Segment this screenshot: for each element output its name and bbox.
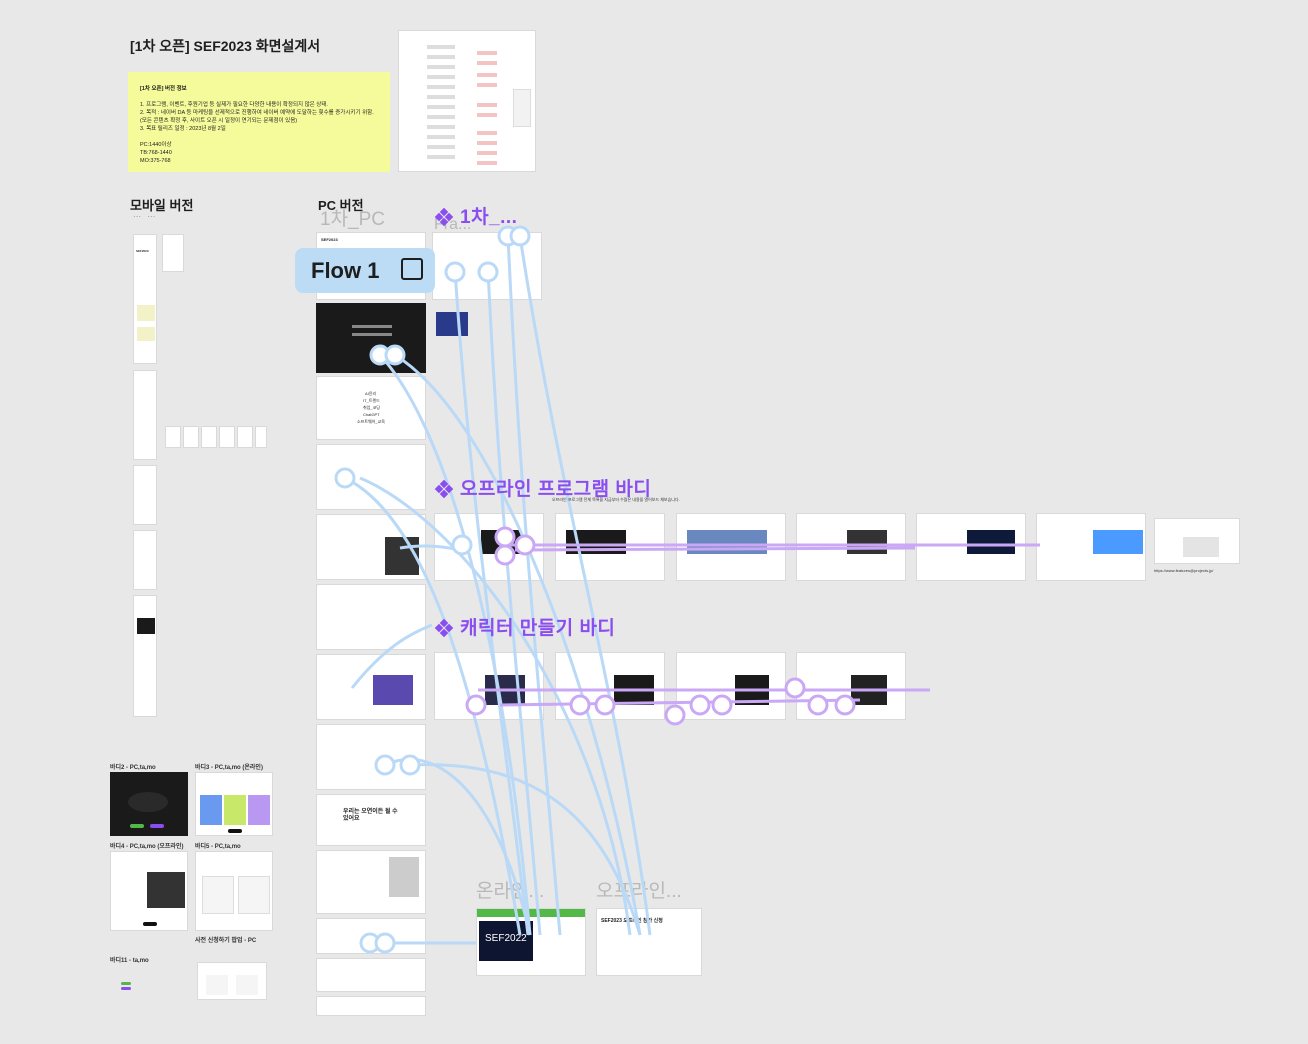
sef-thumbnail[interactable] [436, 312, 468, 336]
body11-frame[interactable] [115, 974, 143, 992]
body5-label: 바디5 - PC,ta,mo [195, 844, 241, 850]
pc-gnb-logo: SEF2023 [321, 237, 338, 242]
character-frame-3[interactable] [676, 652, 786, 720]
play-icon[interactable] [401, 258, 423, 280]
online-ghost: 온라인... [476, 881, 545, 902]
kw-chatgpt: ChatGPT [363, 412, 380, 417]
mobile-dots: ⋯ ⋯ [133, 212, 158, 221]
sticky-line-2: 2. 목적 : 네이버 DA 등 마케팅을 선제적으로 진행하여 네이버 예약에… [140, 109, 374, 124]
pc-frame-footer[interactable] [316, 996, 426, 1016]
body4-label: 바디4 - PC,ta,mo (오프라인) [110, 844, 184, 850]
component-icon [434, 618, 454, 638]
offline-frame-4[interactable] [796, 513, 906, 581]
pc-frame-notes[interactable] [316, 584, 426, 650]
flow-1-badge[interactable]: Flow 1 [295, 248, 435, 293]
section-character-label: 캐릭터 만들기 바디 [460, 618, 616, 639]
character-frame-1[interactable] [434, 652, 544, 720]
flow-1-label: Flow 1 [311, 257, 380, 283]
section-character-title[interactable]: 캐릭터 만들기 바디 [434, 613, 616, 640]
body11-label: 바디11 - ta,mo [110, 958, 149, 964]
sticky-line-1: 1. 프로그램, 이벤트, 후원기업 등 실제가 필요한 다양한 내용이 확정되… [140, 101, 328, 108]
offline-apply-frame[interactable]: SEF2023 오프라인 참가 신청 [596, 908, 702, 976]
kw-it: IT_트렌드 [363, 398, 380, 403]
section-1-label: 1차_... [460, 207, 518, 228]
popup-label: 사전 신청하기 팝업 - PC [195, 938, 257, 944]
component-icon [434, 479, 454, 499]
pc-frame-buttons[interactable] [316, 958, 426, 992]
sticky-title: [1차 오픈] 버전 정보 [140, 86, 187, 92]
mobile-card-row[interactable] [165, 426, 267, 450]
pc-frame-steps[interactable] [316, 444, 426, 510]
pc-section-ghost: 1차_PC [320, 209, 386, 230]
offline-desc: 오프라인 프로그램 전체 목록을 지금부터 수많은 내용을 열어보드 채보습니다… [552, 497, 680, 502]
pc-frame-flowchart[interactable] [316, 724, 426, 790]
mobile-frame-home[interactable]: SEF2023 [133, 234, 157, 364]
mobile-frame-2[interactable] [133, 370, 157, 460]
banner-text: 우리는 오연이든 될 수 있어요 [343, 809, 398, 822]
character-frame-2[interactable] [555, 652, 665, 720]
pc-frame-program[interactable] [316, 514, 426, 580]
offline-frame-3[interactable] [676, 513, 786, 581]
pc-frame-apply[interactable] [432, 232, 542, 300]
external-site-frame[interactable] [1154, 518, 1240, 564]
pc-frame-form[interactable] [316, 850, 426, 914]
mobile-frame-4[interactable] [133, 530, 157, 590]
mobile-frame-5[interactable] [133, 595, 157, 717]
external-url[interactable]: https://www.features@projects.jp/ [1154, 568, 1213, 573]
pc-frame-keywords[interactable]: AI윤리 IT_트렌드 취업_코딩 ChatGPT 소프트웨어_교육 [316, 376, 426, 440]
pc-frame-character[interactable] [316, 654, 426, 720]
offline-ghost: 오프라인... [596, 881, 682, 902]
body4-frame[interactable] [110, 851, 188, 931]
body3-frame[interactable] [195, 772, 273, 836]
offline-frame-5[interactable] [916, 513, 1026, 581]
body3-label: 바디3 - PC,ta,mo (온라인) [195, 765, 263, 771]
offline-frame-1[interactable] [434, 513, 544, 581]
kw-ai: AI윤리 [365, 391, 377, 396]
pc-frame-banner[interactable]: 우리는 오연이든 될 수 있어요 [316, 794, 426, 846]
kw-soft: 소프트웨어_교육 [357, 419, 385, 424]
sticky-pc: PC:1440이상 [140, 141, 172, 148]
popup-frame[interactable] [197, 962, 267, 1000]
sticky-line-3: 3. 목표 릴리즈 일정 : 2023년 8월 2일 [140, 125, 226, 132]
kw-career: 취업_코딩 [363, 405, 380, 410]
pc-frame-cta[interactable] [316, 918, 426, 954]
section-1-title[interactable]: 1차_... [434, 202, 518, 229]
offline-apply-title: SEF2023 오프라인 참가 신청 [601, 918, 663, 924]
mobile-frame-menu[interactable] [162, 234, 184, 272]
component-icon [434, 207, 454, 227]
sef2022-title: SEF2022 [485, 933, 527, 944]
sticky-mo: MO:375-768 [140, 157, 171, 164]
body2-label: 바디2 - PC,ta,mo [110, 765, 156, 771]
body2-frame[interactable] [110, 772, 188, 836]
mobile-sef-title: SEF2023 [136, 249, 149, 253]
pc-frame-hero[interactable] [316, 303, 426, 373]
document-title: [1차 오픈] SEF2023 화면설계서 [130, 38, 321, 54]
version-info-sticky[interactable]: [1차 오픈] 버전 정보 1. 프로그램, 이벤트, 후원기업 등 실제가 필… [128, 72, 390, 172]
character-frame-4[interactable] [796, 652, 906, 720]
sticky-tb: TB:768-1440 [140, 149, 172, 156]
mobile-frame-3[interactable] [133, 465, 157, 525]
sitemap-frame[interactable] [398, 30, 536, 172]
offline-frame-2[interactable] [555, 513, 665, 581]
online-apply-frame[interactable]: SEF2022 [476, 908, 586, 976]
body5-frame[interactable] [195, 851, 273, 931]
offline-frame-6[interactable] [1036, 513, 1146, 581]
